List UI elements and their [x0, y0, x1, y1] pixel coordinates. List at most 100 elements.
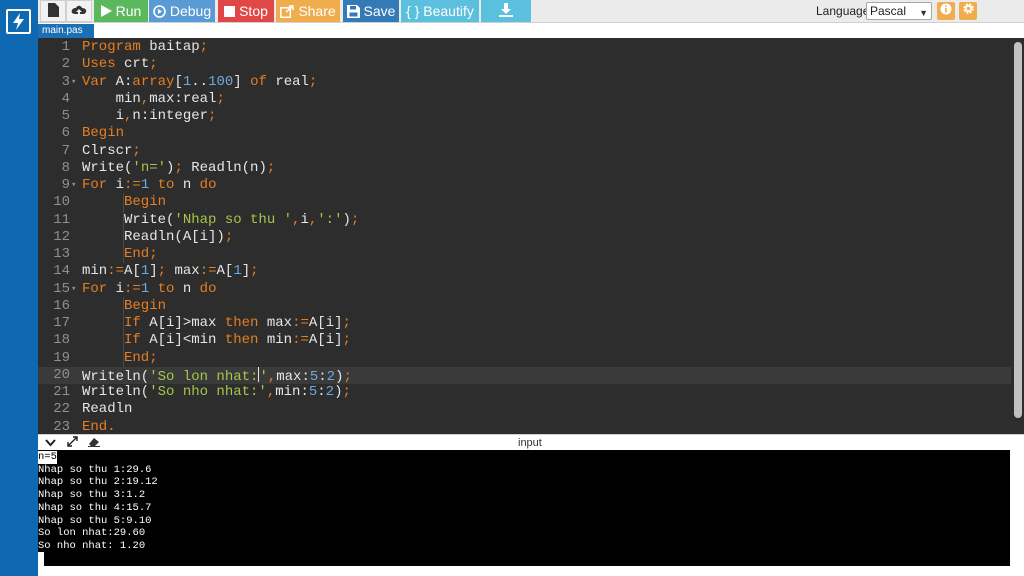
- share-button[interactable]: Share: [276, 0, 340, 22]
- fold-toggle-icon[interactable]: ▾: [71, 177, 76, 194]
- code-line[interactable]: 16 Begin: [38, 298, 1011, 315]
- code-line[interactable]: 11 Write('Nhap so thu ',i,':');: [38, 212, 1011, 229]
- code-text: Clrscr;: [82, 143, 141, 160]
- code-text: Write('n='); Readln(n);: [82, 160, 275, 177]
- console-line: Nhap so thu 4:15.7: [38, 501, 152, 514]
- code-line[interactable]: 20 Writeln('So lon nhat:',max:5:2);: [38, 366, 1011, 386]
- language-select[interactable]: Pascal ▼: [866, 2, 932, 20]
- line-number: 17: [53, 315, 70, 331]
- console-scrollbar[interactable]: [1010, 450, 1024, 566]
- code-token: Var: [82, 73, 116, 90]
- run-button[interactable]: Run: [94, 0, 148, 22]
- code-line[interactable]: 10 Begin: [38, 194, 1011, 211]
- console-output[interactable]: n=5 Nhap so thu 1:29.6 Nhap so thu 2:19.12…: [38, 450, 1010, 566]
- code-line[interactable]: 2 Uses crt;: [38, 56, 1011, 73]
- save-label: Save: [363, 3, 396, 19]
- beautify-button[interactable]: { } Beautify: [401, 0, 479, 22]
- code-text: Writeln('So lon nhat:',max:5:2);: [82, 366, 352, 386]
- code-line[interactable]: 18 If A[i]<min then min:=A[i];: [38, 332, 1011, 349]
- line-number: 13: [53, 246, 70, 262]
- code-token: If: [82, 332, 150, 349]
- upload-button[interactable]: [66, 0, 92, 22]
- code-line[interactable]: 5 i,n:integer;: [38, 108, 1011, 125]
- code-token: ;: [250, 263, 259, 280]
- line-number: 16: [53, 297, 70, 314]
- code-token: Writeln(: [82, 384, 150, 400]
- editor-scrollbar-thumb[interactable]: [1014, 42, 1022, 418]
- code-line[interactable]: 17 If A[i]>max then max:=A[i];: [38, 315, 1011, 332]
- code-token: n:integer: [132, 108, 209, 124]
- code-token: Uses: [82, 56, 125, 73]
- code-line[interactable]: 9 ▾ For i:=1 to n do: [38, 177, 1011, 194]
- console-line: Nhap so thu 1:29.6: [38, 463, 152, 476]
- code-line[interactable]: 7 Clrscr;: [38, 143, 1011, 160]
- debug-label: Debug: [169, 3, 212, 19]
- code-text: min:=A[1]; max:=A[1];: [82, 263, 259, 280]
- code-line[interactable]: 1 Program baitap;: [38, 39, 1011, 56]
- code-token: For: [82, 280, 116, 297]
- stop-button[interactable]: Stop: [218, 0, 274, 22]
- code-line[interactable]: 8 Write('n='); Readln(n);: [38, 160, 1011, 177]
- code-token: Writeln(: [82, 368, 150, 385]
- settings-button[interactable]: [959, 2, 977, 20]
- code-token: baitap: [149, 39, 200, 55]
- code-line[interactable]: 15 ▾ For i:=1 to n do: [38, 281, 1011, 298]
- code-token: min: [82, 90, 141, 107]
- info-button[interactable]: [937, 2, 955, 20]
- code-token: Begin: [82, 297, 167, 314]
- code-line[interactable]: 23 End.: [38, 419, 1011, 435]
- code-token: For: [82, 177, 116, 193]
- tab-main-pas[interactable]: main.pas: [38, 24, 94, 38]
- code-line[interactable]: 21 Writeln('So nho nhat:',min:5:2);: [38, 384, 1011, 401]
- fold-toggle-icon[interactable]: ▾: [71, 281, 76, 298]
- code-token: ;: [174, 159, 192, 176]
- file-tab-bar: main.pas: [38, 23, 1024, 38]
- editor-scrollbar[interactable]: [1011, 38, 1024, 434]
- collapse-console-button[interactable]: [43, 436, 57, 450]
- line-number: 4: [61, 90, 70, 107]
- code-line[interactable]: 22 Readln: [38, 401, 1011, 418]
- code-token: ,: [266, 384, 276, 400]
- code-token: ): [342, 211, 351, 228]
- download-icon: [499, 2, 513, 20]
- code-token: .: [107, 418, 116, 435]
- debug-icon: [153, 4, 166, 18]
- language-label: Language: [816, 4, 870, 18]
- code-token: max:real: [149, 90, 217, 107]
- save-button[interactable]: Save: [343, 0, 399, 22]
- code-token: [: [174, 73, 183, 90]
- code-line[interactable]: 14 min:=A[1]; max:=A[1];: [38, 263, 1011, 280]
- code-line[interactable]: 4 min,max:real;: [38, 91, 1011, 108]
- debug-button[interactable]: Debug: [149, 0, 215, 22]
- code-line[interactable]: 6 Begin: [38, 125, 1011, 142]
- download-button[interactable]: [481, 0, 531, 22]
- console-input-caret-area[interactable]: [38, 552, 44, 566]
- code-token: 100: [208, 73, 234, 90]
- code-line[interactable]: 19 End;: [38, 350, 1011, 367]
- code-token: End: [82, 349, 150, 366]
- expand-console-button[interactable]: [65, 436, 79, 450]
- code-line[interactable]: 12 Readln(A[i]);: [38, 229, 1011, 246]
- code-text: For i:=1 to n do: [82, 177, 216, 194]
- code-token: ;: [157, 263, 175, 280]
- console-line: Nhap so thu 5:9.10: [38, 514, 152, 527]
- new-file-button[interactable]: [40, 0, 66, 22]
- clear-console-button[interactable]: [87, 436, 101, 450]
- code-editor[interactable]: 1 Program baitap; 2 Uses crt; 3 ▾ Var A:array[…: [38, 38, 1024, 434]
- line-number: 11: [53, 211, 70, 228]
- console-line: n=5: [38, 451, 57, 464]
- code-token: ;: [149, 56, 158, 73]
- code-token: min: [266, 332, 293, 349]
- code-token: 5: [309, 368, 319, 385]
- lightning-icon[interactable]: [6, 9, 31, 34]
- line-number: 23: [53, 418, 70, 435]
- code-token: :=: [124, 280, 141, 297]
- code-line[interactable]: 13 End;: [38, 246, 1011, 263]
- fold-toggle-icon[interactable]: ▾: [71, 74, 76, 91]
- line-number: 3: [61, 73, 70, 90]
- code-line[interactable]: 3 ▾ Var A:array[1..100] of real;: [38, 74, 1011, 91]
- stop-label: Stop: [239, 3, 268, 19]
- code-token: ]: [233, 73, 251, 90]
- code-token: Begin: [82, 194, 167, 211]
- code-token: ;: [342, 332, 351, 349]
